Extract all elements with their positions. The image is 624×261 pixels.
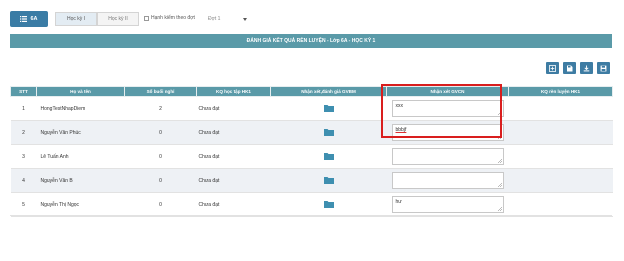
header-conduct-result: KQ rèn luyện HK1 xyxy=(508,86,613,97)
header-stt: STT xyxy=(10,86,37,97)
cell-name: HongTestNhapDiem xyxy=(36,96,125,121)
table-header-row: STT Họ và tên Số buổi nghỉ KQ học tập HK… xyxy=(10,86,613,97)
action-toolbar xyxy=(546,62,610,74)
cell-homeroom-comment xyxy=(386,144,509,169)
cell-subject-comment xyxy=(270,96,387,121)
cell-stt: 3 xyxy=(10,144,37,169)
header-subject-teacher-comment: Nhận xét,đánh giá GVBM xyxy=(270,86,387,97)
resize-grip-icon[interactable] xyxy=(497,159,502,163)
homeroom-comment-text: bbbjf xyxy=(395,127,407,133)
cell-absences: 0 xyxy=(124,192,197,217)
cell-academic-result: Chưa đạt xyxy=(196,144,271,169)
resize-grip-icon[interactable] xyxy=(497,135,502,139)
top-toolbar: 6A Học kỳ I Học kỳ II Hạnh kiểm theo đợt… xyxy=(10,11,618,28)
cell-name: Nguyễn Văn B xyxy=(36,168,125,193)
page-title: ĐÁNH GIÁ KẾT QUẢ RÈN LUYỆN - Lớp 6A - HỌ… xyxy=(10,34,612,48)
table-row: 4 Nguyễn Văn B 0 Chưa đạt xyxy=(10,168,613,193)
conduct-evaluation-table: STT Họ và tên Số buổi nghỉ KQ học tập HK… xyxy=(10,86,613,217)
cell-subject-comment xyxy=(270,144,387,169)
header-academic-result: KQ học tập HK1 xyxy=(196,86,271,97)
cell-subject-comment xyxy=(270,168,387,193)
homeroom-comment-input[interactable] xyxy=(391,148,504,165)
homeroom-comment-input[interactable]: hư xyxy=(391,196,504,213)
conduct-by-period-label: Hạnh kiểm theo đợt xyxy=(151,15,195,21)
homeroom-comment-input[interactable] xyxy=(391,172,504,189)
table-row: 2 Nguyễn Văn Phúc 0 Chưa đạt bbbjf xyxy=(10,120,613,145)
homeroom-comment-text: xxx xyxy=(395,103,404,109)
folder-icon[interactable] xyxy=(323,176,334,184)
cell-stt: 5 xyxy=(10,192,37,217)
cell-conduct-result xyxy=(508,120,613,145)
cell-academic-result: Chưa đạt xyxy=(196,168,271,193)
header-name: Họ và tên xyxy=(36,86,125,97)
add-button[interactable] xyxy=(546,62,559,74)
cell-homeroom-comment xyxy=(386,168,509,193)
plus-icon xyxy=(549,64,556,72)
cell-homeroom-comment: xxx xyxy=(386,96,509,121)
conduct-by-period-checkbox[interactable] xyxy=(144,15,149,21)
cell-stt: 2 xyxy=(10,120,37,145)
conduct-by-period-filter[interactable]: Hạnh kiểm theo đợt xyxy=(144,15,195,21)
header-homeroom-comment: Nhận xét GVCN xyxy=(386,86,509,97)
save-draft-button[interactable] xyxy=(563,62,576,74)
divider xyxy=(10,215,612,216)
save-button[interactable] xyxy=(597,62,610,74)
cell-academic-result: Chưa đạt xyxy=(196,96,271,121)
cell-absences: 0 xyxy=(124,120,197,145)
tab-semester-2[interactable]: Học kỳ II xyxy=(97,12,139,26)
cell-conduct-result xyxy=(508,192,613,217)
class-label: 6A xyxy=(30,16,38,22)
homeroom-comment-input[interactable]: xxx xyxy=(391,100,504,117)
header-absences: Số buổi nghỉ xyxy=(124,86,197,97)
list-icon xyxy=(20,16,28,22)
folder-icon[interactable] xyxy=(323,152,334,160)
cell-name: Lê Tuấn Anh xyxy=(36,144,125,169)
download-button[interactable] xyxy=(580,62,593,74)
table-row: 5 Nguyễn Thị Ngọc 0 Chưa đạt hư xyxy=(10,192,613,217)
cell-absences: 0 xyxy=(124,168,197,193)
cell-homeroom-comment: hư xyxy=(386,192,509,217)
cell-academic-result: Chưa đạt xyxy=(196,192,271,217)
cell-homeroom-comment: bbbjf xyxy=(386,120,509,145)
folder-icon[interactable] xyxy=(323,200,334,208)
cell-conduct-result xyxy=(508,144,613,169)
tab-semester-1[interactable]: Học kỳ I xyxy=(55,12,97,26)
resize-grip-icon[interactable] xyxy=(497,207,502,211)
cell-conduct-result xyxy=(508,96,613,121)
period-select[interactable]: Đợt 1 xyxy=(200,13,250,25)
cell-subject-comment xyxy=(270,120,387,145)
table-row: 3 Lê Tuấn Anh 0 Chưa đạt xyxy=(10,144,613,169)
resize-grip-icon[interactable] xyxy=(497,111,502,115)
homeroom-comment-text: hư xyxy=(395,199,402,205)
homeroom-comment-input[interactable]: bbbjf xyxy=(391,124,504,141)
cell-stt: 4 xyxy=(10,168,37,193)
save-icon xyxy=(567,65,573,71)
download-icon xyxy=(583,65,590,71)
disk-icon xyxy=(600,65,607,71)
class-selector-button[interactable]: 6A xyxy=(10,11,48,27)
cell-conduct-result xyxy=(508,168,613,193)
cell-absences: 2 xyxy=(124,96,197,121)
table-row: 1 HongTestNhapDiem 2 Chưa đạt xxx xyxy=(10,96,613,121)
cell-name: Nguyễn Văn Phúc xyxy=(36,120,125,145)
folder-icon[interactable] xyxy=(323,128,334,136)
chevron-down-icon xyxy=(243,17,247,21)
folder-icon[interactable] xyxy=(323,104,334,112)
cell-name: Nguyễn Thị Ngọc xyxy=(36,192,125,217)
cell-stt: 1 xyxy=(10,96,37,121)
cell-academic-result: Chưa đạt xyxy=(196,120,271,145)
period-select-value: Đợt 1 xyxy=(208,16,221,22)
cell-subject-comment xyxy=(270,192,387,217)
resize-grip-icon[interactable] xyxy=(497,183,502,187)
cell-absences: 0 xyxy=(124,144,197,169)
